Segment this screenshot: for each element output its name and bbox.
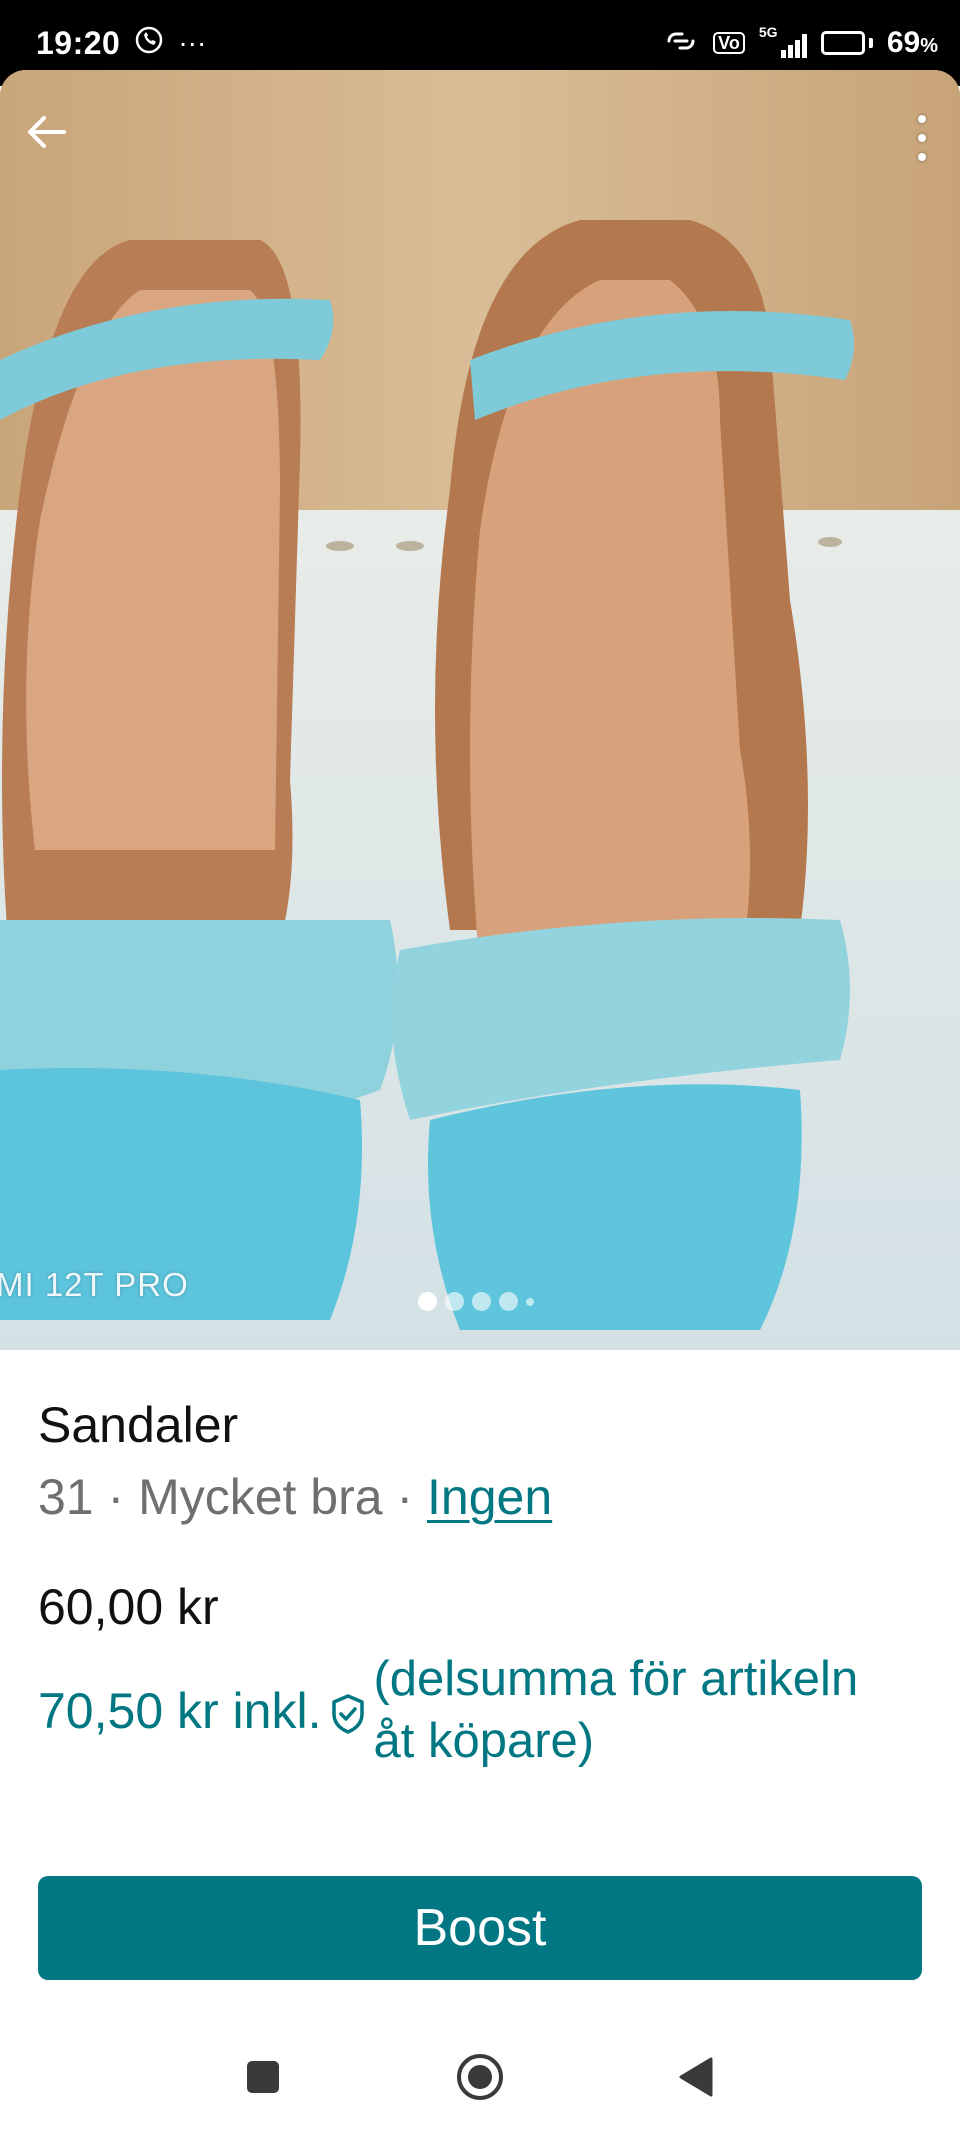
volte-badge: Vo: [713, 32, 745, 54]
item-meta: 31 · Mycket bra · Ingen: [38, 1469, 553, 1525]
hotspot-link-icon: [663, 28, 699, 59]
item-detail-screen: 19:20 ··· Vo 5G 69% MI 12T PRO Sandaler …: [0, 0, 960, 2134]
camera-watermark: MI 12T PRO: [0, 1266, 189, 1303]
square-icon: [247, 2061, 279, 2093]
more-dots-icon: ···: [178, 27, 207, 58]
brand-link[interactable]: Ingen: [427, 1469, 552, 1525]
price-incl-protection[interactable]: 70,50 kr inkl.: [38, 1682, 321, 1740]
item-title: Sandaler: [38, 1397, 239, 1453]
more-vertical-icon: [918, 115, 926, 123]
shield-check-icon[interactable]: [329, 1692, 367, 1736]
back-button[interactable]: [24, 110, 80, 166]
pager-dot[interactable]: [445, 1292, 464, 1311]
item-photo-carousel[interactable]: MI 12T PRO: [0, 70, 960, 1350]
pager-dot[interactable]: [526, 1297, 534, 1306]
arrow-left-icon: [28, 116, 66, 148]
item-price: 60,00 kr: [38, 1579, 219, 1635]
status-right: Vo 5G 69%: [663, 24, 938, 60]
pager-dot[interactable]: [418, 1292, 437, 1311]
viber-icon: [134, 25, 164, 62]
status-left: 19:20 ···: [36, 25, 206, 62]
pager-dot[interactable]: [499, 1292, 518, 1311]
pager-dot[interactable]: [472, 1292, 491, 1311]
photo-pager: [418, 1292, 534, 1311]
recents-button[interactable]: [228, 2042, 298, 2112]
more-options-button[interactable]: [902, 106, 942, 170]
item-size: 31: [38, 1469, 94, 1525]
boost-button[interactable]: Boost: [38, 1876, 922, 1980]
battery-percent: 69%: [886, 26, 938, 59]
system-nav-bar: [0, 2020, 960, 2134]
network-type-label: 5G: [758, 24, 778, 40]
back-nav-button[interactable]: [660, 2042, 730, 2112]
status-time: 19:20: [36, 24, 121, 61]
price-note: (delsumma för artikeln åt köpare): [373, 1652, 859, 1768]
buyer-price-row: 70,50 kr inkl. (delsumma för artikeln åt…: [38, 1648, 903, 1772]
home-button[interactable]: [445, 2042, 515, 2112]
item-condition: Mycket bra: [138, 1469, 383, 1525]
signal-icon: 5G: [759, 24, 807, 58]
circle-home-icon: [457, 2054, 503, 2100]
sandals-photo: [0, 70, 960, 1350]
battery-icon: [820, 31, 873, 55]
triangle-back-icon: [679, 2057, 713, 2097]
